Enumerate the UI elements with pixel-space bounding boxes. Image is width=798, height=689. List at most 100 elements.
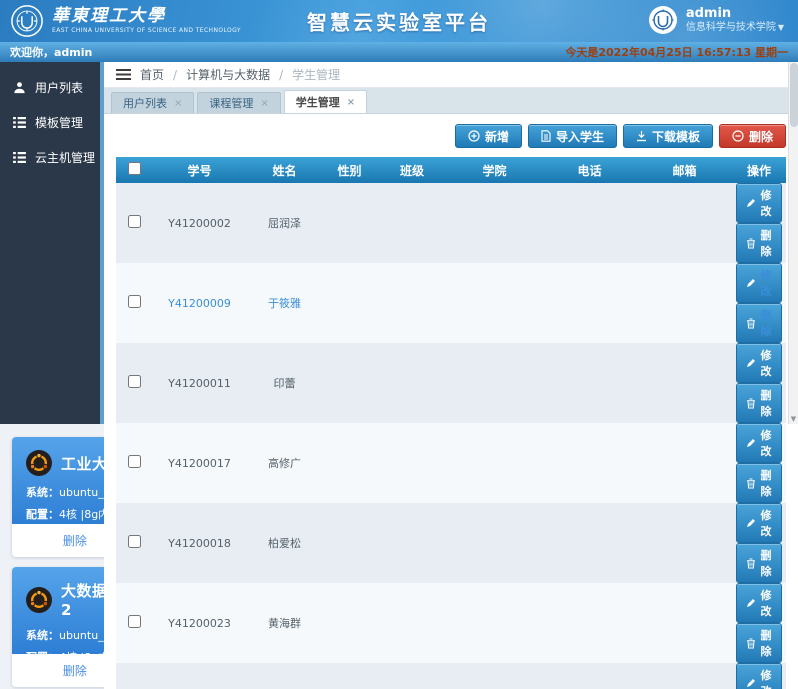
datetime-text: 今天是2022年04月25日 16:57:13 星期一 bbox=[565, 44, 788, 60]
app-window: 華東理工大學 EAST CHINA UNIVERSITY OF SCIENCE … bbox=[0, 0, 798, 689]
sidebar-item-label: 用户列表 bbox=[35, 79, 83, 96]
table-row[interactable]: Y41200017 高修广 修改 删除 bbox=[116, 423, 786, 503]
student-table-body: Y41200002 屈润泽 修改 删除 Y41200009 于筱雅 bbox=[116, 183, 786, 689]
row-delete-button[interactable]: 删除 bbox=[736, 623, 782, 663]
table-row[interactable]: Y41200009 于筱雅 修改 删除 bbox=[116, 263, 786, 343]
trash-icon bbox=[746, 638, 756, 649]
row-edit-button[interactable]: 修改 bbox=[736, 183, 782, 223]
row-checkbox[interactable] bbox=[128, 295, 141, 308]
close-icon[interactable]: × bbox=[347, 97, 355, 108]
cell-email bbox=[637, 663, 732, 689]
cell-class bbox=[377, 343, 447, 423]
student-name: 高修广 bbox=[247, 423, 322, 503]
trash-icon bbox=[746, 318, 756, 329]
breadcrumb-course[interactable]: 计算机与大数据 bbox=[186, 66, 270, 83]
row-delete-button[interactable]: 删除 bbox=[736, 223, 782, 263]
import-students-button[interactable]: 导入学生 bbox=[528, 124, 617, 148]
cell-college bbox=[447, 663, 542, 689]
close-icon[interactable]: × bbox=[174, 98, 182, 109]
table-row[interactable]: Y41200002 屈润泽 修改 删除 bbox=[116, 183, 786, 263]
cell-email bbox=[637, 583, 732, 663]
row-checkbox[interactable] bbox=[128, 375, 141, 388]
row-delete-button[interactable]: 删除 bbox=[736, 463, 782, 503]
pencil-icon bbox=[746, 518, 756, 528]
row-delete-button[interactable]: 删除 bbox=[736, 303, 782, 343]
tab-bar: 用户列表 × 课程管理 × 学生管理 × bbox=[104, 88, 798, 114]
scrollbar-thumb[interactable] bbox=[790, 63, 798, 127]
add-button[interactable]: 新增 bbox=[455, 124, 522, 148]
cell-email bbox=[637, 183, 732, 263]
scrollbar-down-arrow-icon[interactable]: ▼ bbox=[789, 415, 798, 423]
cell-phone bbox=[542, 183, 637, 263]
sidebar: 用户列表 模板管理 云主机管理 bbox=[0, 62, 100, 424]
hamburger-menu-icon[interactable] bbox=[116, 69, 131, 80]
row-edit-label: 修改 bbox=[760, 347, 772, 379]
row-edit-button[interactable]: 修改 bbox=[736, 343, 782, 383]
pencil-icon bbox=[746, 678, 756, 688]
cell-phone bbox=[542, 583, 637, 663]
table-row[interactable]: Y41200011 印蕾 修改 删除 bbox=[116, 343, 786, 423]
cell-college bbox=[447, 263, 542, 343]
cell-college bbox=[447, 183, 542, 263]
sidebar-item-label: 模板管理 bbox=[35, 114, 83, 131]
table-row[interactable]: Y41200023 黄海群 修改 删除 bbox=[116, 583, 786, 663]
cell-class bbox=[377, 663, 447, 689]
welcome-text: 欢迎你，admin bbox=[10, 44, 92, 60]
row-edit-button[interactable]: 修改 bbox=[736, 583, 782, 623]
cell-phone bbox=[542, 343, 637, 423]
row-edit-button[interactable]: 修改 bbox=[736, 663, 782, 689]
col-college: 学院 bbox=[447, 157, 542, 183]
student-name: 柏爱松 bbox=[247, 503, 322, 583]
vertical-scrollbar[interactable]: ▼ bbox=[788, 62, 798, 424]
student-name: 李峰 bbox=[247, 663, 322, 689]
trash-icon bbox=[746, 238, 756, 249]
col-phone: 电话 bbox=[542, 157, 637, 183]
row-checkbox[interactable] bbox=[128, 215, 141, 228]
cell-gender bbox=[322, 183, 377, 263]
row-checkbox[interactable] bbox=[128, 535, 141, 548]
cell-gender bbox=[322, 503, 377, 583]
table-row[interactable]: Y41200018 柏爱松 修改 删除 bbox=[116, 503, 786, 583]
download-template-button[interactable]: 下载模板 bbox=[623, 124, 713, 148]
delete-button[interactable]: 删除 bbox=[719, 124, 786, 148]
row-edit-button[interactable]: 修改 bbox=[736, 263, 782, 303]
sidebar-item-label: 云主机管理 bbox=[35, 149, 95, 166]
row-edit-button[interactable]: 修改 bbox=[736, 423, 782, 463]
pencil-icon bbox=[746, 598, 756, 608]
breadcrumb-home[interactable]: 首页 bbox=[140, 66, 164, 83]
row-checkbox[interactable] bbox=[128, 615, 141, 628]
university-logo-icon bbox=[10, 4, 44, 38]
tab-content: 新增 导入学生 下载模板 bbox=[104, 114, 798, 689]
row-checkbox[interactable] bbox=[128, 455, 141, 468]
close-icon[interactable]: × bbox=[260, 98, 268, 109]
select-all-checkbox[interactable] bbox=[128, 162, 141, 175]
row-edit-label: 修改 bbox=[760, 267, 772, 299]
cell-gender bbox=[322, 663, 377, 689]
user-name: admin bbox=[686, 6, 784, 22]
user-menu[interactable]: admin 信息科学与技术学院▼ bbox=[648, 5, 784, 35]
row-edit-label: 修改 bbox=[760, 187, 772, 219]
sidebar-item-user-list[interactable]: 用户列表 bbox=[0, 70, 100, 105]
tab-student-mgmt[interactable]: 学生管理 × bbox=[284, 90, 367, 113]
cell-phone bbox=[542, 423, 637, 503]
sidebar-item-template-mgmt[interactable]: 模板管理 bbox=[0, 105, 100, 140]
cell-college bbox=[447, 343, 542, 423]
import-button-label: 导入学生 bbox=[556, 128, 604, 145]
row-delete-button[interactable]: 删除 bbox=[736, 543, 782, 583]
tab-label: 学生管理 bbox=[296, 94, 340, 110]
table-row[interactable]: Y41200026 李峰 修改 删除 bbox=[116, 663, 786, 689]
tab-user-list[interactable]: 用户列表 × bbox=[111, 92, 194, 113]
pencil-icon bbox=[746, 438, 756, 448]
cell-email bbox=[637, 423, 732, 503]
main-panel: 首页 / 计算机与大数据 / 学生管理 用户列表 × 课程管理 × 学生管理 × bbox=[100, 62, 798, 424]
minus-circle-icon bbox=[732, 130, 744, 142]
user-avatar bbox=[648, 5, 678, 35]
tab-label: 用户列表 bbox=[123, 95, 167, 111]
pencil-icon bbox=[746, 358, 756, 368]
row-delete-label: 删除 bbox=[760, 627, 772, 659]
row-edit-button[interactable]: 修改 bbox=[736, 503, 782, 543]
sidebar-item-cloud-host-mgmt[interactable]: 云主机管理 bbox=[0, 140, 100, 175]
plus-circle-icon bbox=[468, 130, 480, 142]
row-delete-button[interactable]: 删除 bbox=[736, 383, 782, 423]
tab-course-mgmt[interactable]: 课程管理 × bbox=[197, 92, 280, 113]
